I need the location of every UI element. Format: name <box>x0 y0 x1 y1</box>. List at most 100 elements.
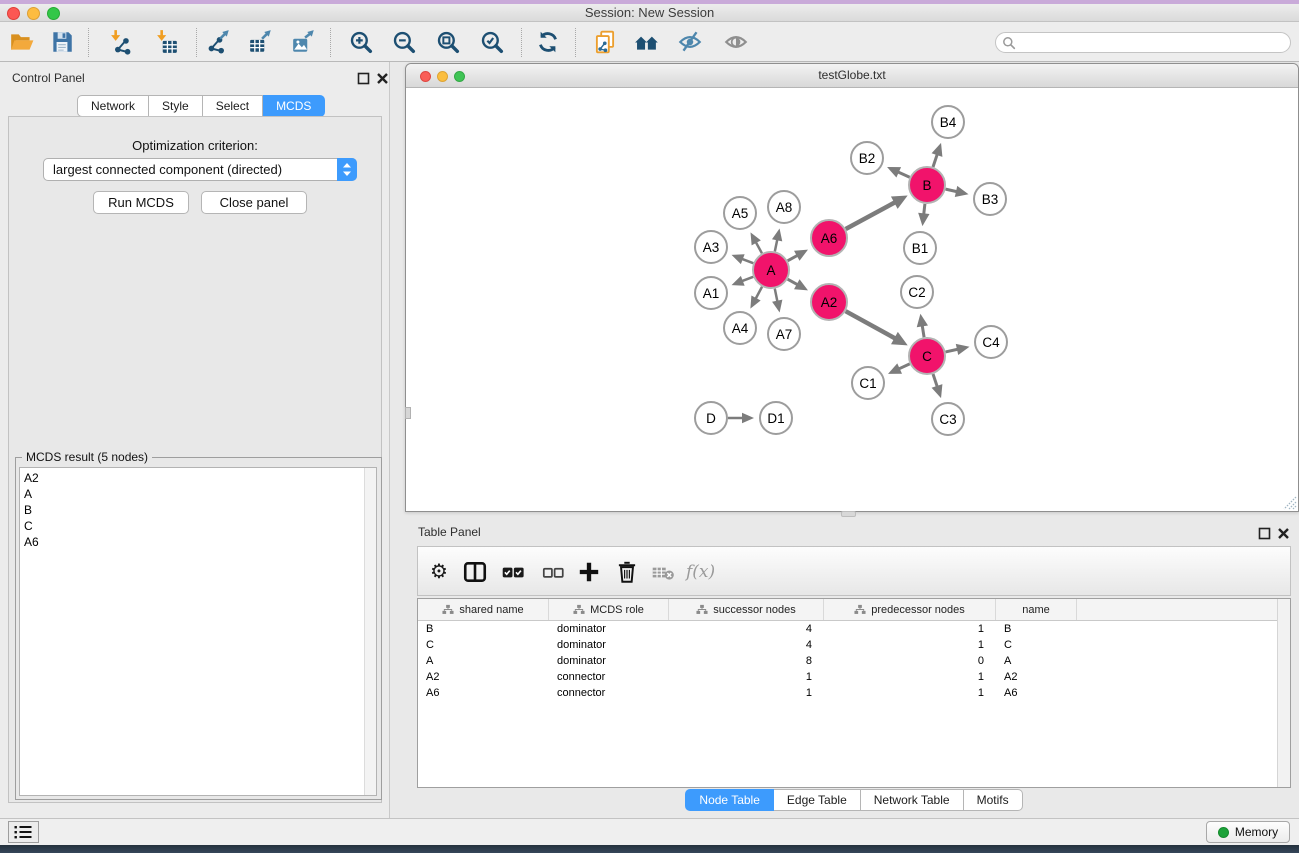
table-row[interactable]: A6connector11A6 <box>418 685 1277 701</box>
search-input[interactable] <box>1020 34 1284 51</box>
graph-node-label: A2 <box>821 295 838 310</box>
graph-edge-C-C1[interactable] <box>898 364 910 369</box>
close-panel-button[interactable]: Close panel <box>201 191 307 214</box>
memory-status-icon <box>1218 827 1229 838</box>
window-resize-grip[interactable] <box>1282 495 1297 510</box>
graph-edge-A-A3[interactable] <box>741 259 753 264</box>
delete-table-icon[interactable] <box>650 559 676 585</box>
export-image-icon[interactable] <box>291 29 317 55</box>
status-bar: Memory <box>0 818 1299 845</box>
mcds-result-item[interactable]: A2 <box>20 470 363 486</box>
graph-edge-A-A8[interactable] <box>775 239 778 252</box>
select-all-rows-icon[interactable] <box>500 559 526 585</box>
table-float-panel-icon[interactable] <box>1258 527 1271 540</box>
import-table-icon[interactable] <box>153 29 179 55</box>
table-row[interactable]: A2connector11A2 <box>418 669 1277 685</box>
save-session-icon[interactable] <box>49 29 75 55</box>
table-close-panel-icon[interactable] <box>1277 527 1290 540</box>
delete-column-icon[interactable] <box>614 559 640 585</box>
add-column-icon[interactable] <box>576 559 602 585</box>
show-hidden-icon[interactable] <box>723 29 749 55</box>
graph-edge-C-C2[interactable] <box>922 324 924 337</box>
mcds-result-item[interactable]: B <box>20 502 363 518</box>
open-session-icon[interactable] <box>9 29 35 55</box>
import-network-icon[interactable] <box>107 29 133 55</box>
tab-motifs[interactable]: Motifs <box>964 789 1023 811</box>
settings-gear-icon[interactable]: ⚙ <box>426 559 452 585</box>
float-panel-icon[interactable] <box>357 72 370 85</box>
mcds-result-item[interactable]: C <box>20 518 363 534</box>
task-history-button[interactable] <box>8 821 39 843</box>
graph-edge-A-A4[interactable] <box>755 287 762 300</box>
graph-edge-B-B2[interactable] <box>897 171 910 177</box>
graph-edge-A-A1[interactable] <box>741 277 753 282</box>
mcds-result-scrollbar[interactable] <box>364 468 376 795</box>
search-field[interactable] <box>995 32 1291 53</box>
column-header-name[interactable]: name <box>996 599 1077 620</box>
graph-edge-A-A5[interactable] <box>755 241 762 253</box>
graph-edge-A-A7[interactable] <box>775 289 778 303</box>
splitter-handle[interactable] <box>841 511 856 517</box>
table-cell: C <box>996 637 1077 653</box>
graph-edge-A6-B[interactable] <box>846 202 897 229</box>
mcds-result-item[interactable]: A <box>20 486 363 502</box>
zoom-selected-icon[interactable] <box>479 29 505 55</box>
graph-node-label: C1 <box>859 376 876 391</box>
export-network-icon[interactable] <box>206 29 232 55</box>
graph-node-label: B1 <box>912 241 929 256</box>
toolbar-separator <box>575 28 576 57</box>
column-header-successor-nodes[interactable]: successor nodes <box>669 599 824 620</box>
split-columns-icon[interactable] <box>462 559 488 585</box>
new-network-from-selection-icon[interactable] <box>592 29 618 55</box>
graph-edge-C-C3[interactable] <box>933 374 938 388</box>
table-cell: A2 <box>996 669 1077 685</box>
tab-select[interactable]: Select <box>203 95 263 117</box>
column-header-predecessor-nodes[interactable]: predecessor nodes <box>824 599 996 620</box>
tab-network[interactable]: Network <box>77 95 149 117</box>
graph-edge-A2-C[interactable] <box>846 311 897 339</box>
graph-edge-B-B4[interactable] <box>933 153 938 167</box>
apply-function-icon[interactable]: f(x) <box>686 559 712 585</box>
zoom-out-icon[interactable] <box>391 29 417 55</box>
show-all-neighbors-icon[interactable] <box>634 29 660 55</box>
tab-mcds[interactable]: MCDS <box>263 95 325 117</box>
refresh-layout-icon[interactable] <box>535 29 561 55</box>
table-panel-tabs: Node TableEdge TableNetwork TableMotifs <box>685 789 1022 811</box>
column-header-shared-name[interactable]: shared name <box>418 599 549 620</box>
tab-style[interactable]: Style <box>149 95 203 117</box>
network-canvas[interactable]: AA6A2BCA5A8A3A1A4A7B4B2B3B1C2C4C1C3DD1 <box>406 88 1298 511</box>
memory-button[interactable]: Memory <box>1206 821 1290 843</box>
mcds-result-list: A2ABCA6 <box>19 467 377 796</box>
table-cell: C <box>418 637 549 653</box>
network-window-titlebar[interactable]: testGlobe.txt <box>406 64 1298 88</box>
graph-arrowhead <box>732 254 745 264</box>
table-row[interactable]: Cdominator41C <box>418 637 1277 653</box>
optimization-criterion-select[interactable]: largest connected component (directed) <box>43 158 357 181</box>
optimization-criterion-value: largest connected component (directed) <box>53 162 282 177</box>
close-panel-icon[interactable] <box>376 72 389 85</box>
zoom-in-icon[interactable] <box>348 29 374 55</box>
graph-arrowhead <box>955 186 969 197</box>
deselect-all-rows-icon[interactable] <box>540 559 566 585</box>
table-cell: A2 <box>418 669 549 685</box>
zoom-fit-icon[interactable] <box>435 29 461 55</box>
graph-arrowhead <box>917 314 928 328</box>
table-row[interactable]: Adominator80A <box>418 653 1277 669</box>
graph-node-label: C <box>922 349 932 364</box>
mcds-result-item[interactable]: A6 <box>20 534 363 550</box>
column-header-MCDS-role[interactable]: MCDS role <box>549 599 669 620</box>
run-mcds-button[interactable]: Run MCDS <box>93 191 189 214</box>
tab-edge-table[interactable]: Edge Table <box>774 789 861 811</box>
graph-node-label: D1 <box>767 411 784 426</box>
graph-node-label: A <box>766 263 775 278</box>
node-table-scrollbar[interactable] <box>1277 599 1290 787</box>
table-toolbar: ⚙ f(x) <box>417 546 1291 596</box>
graph-arrowhead <box>772 300 782 313</box>
hide-selected-icon[interactable] <box>677 29 703 55</box>
export-table-icon[interactable] <box>248 29 274 55</box>
tab-node-table[interactable]: Node Table <box>685 789 774 811</box>
graph-edge-C-C4[interactable] <box>946 349 959 352</box>
tab-network-table[interactable]: Network Table <box>861 789 964 811</box>
canvas-edge-handle[interactable] <box>405 407 411 419</box>
table-row[interactable]: Bdominator41B <box>418 621 1277 637</box>
